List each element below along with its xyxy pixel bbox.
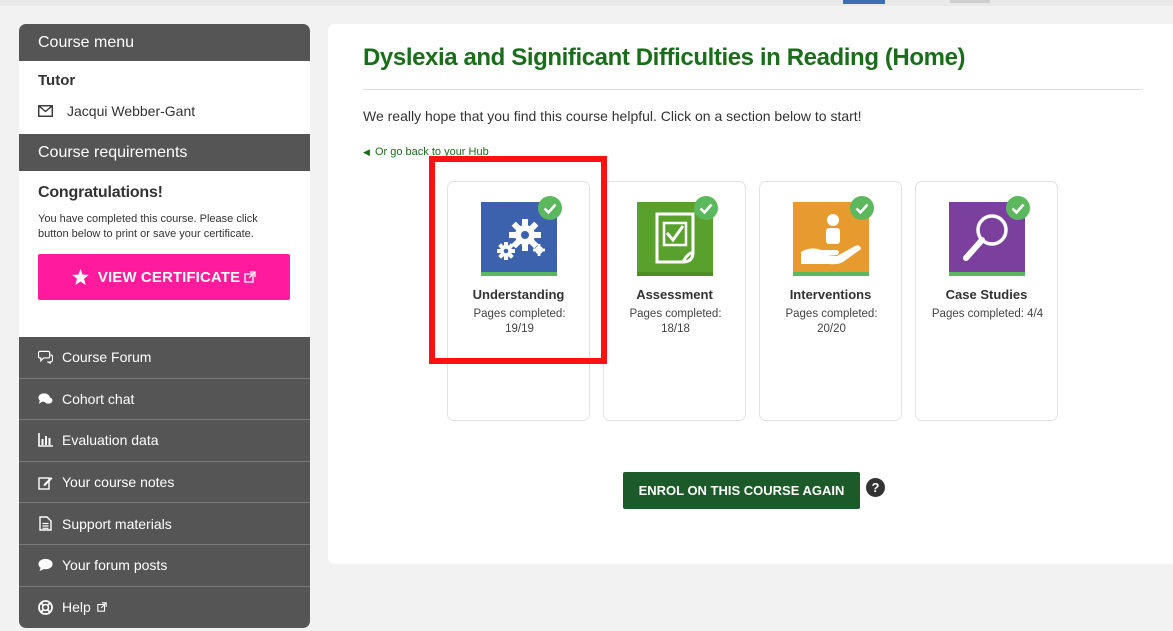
completed-check-icon [850,196,874,220]
sidebar-item-forum-posts[interactable]: Your forum posts [19,544,310,587]
back-to-hub-link[interactable]: ◀ Or go back to your Hub [363,146,489,158]
card-pages-completed: Pages completed: 19/19 [473,308,566,335]
envelope-icon [38,105,53,117]
tutor-contact[interactable]: Jacqui Webber-Gant [38,103,291,119]
sidebar-item-cohort-chat[interactable]: Cohort chat [19,378,310,421]
sidebar-item-label: Evaluation data [62,432,159,449]
page-title: Dyslexia and Significant Difficulties in… [363,44,966,71]
external-link-icon [244,271,256,283]
completed-check-icon [694,196,718,220]
card-title: Case Studies [945,287,1028,302]
completed-check-icon [538,196,562,220]
back-to-hub-label: Or go back to your Hub [374,146,489,158]
bar-chart-icon [38,433,53,448]
sidebar-item-course-forum[interactable]: Course Forum [19,337,310,379]
completed-check-icon [1006,196,1030,220]
card-title: Assessment [636,287,713,302]
top-tab-indicator [843,0,885,4]
sidebar-item-label: Cohort chat [62,390,135,407]
comment-icon [38,558,53,573]
card-pages-completed: Pages completed: 20/20 [785,308,878,335]
help-question-icon[interactable]: ? [866,478,885,497]
card-pages-completed: Pages completed: 4/4 [931,308,1044,320]
lifebuoy-icon [38,599,53,615]
course-sidebar: Course menu Tutor Jacqui Webber-Gant Cou… [19,24,310,628]
intro-text: We really hope that you find this course… [363,108,862,124]
chat-icon [38,391,53,406]
sidebar-item-label: Help [62,599,91,616]
sidebar-item-label: Your course notes [62,474,175,491]
sidebar-item-help[interactable]: Help [19,586,310,628]
top-tab-indicator-2 [950,0,990,3]
view-certificate-label: VIEW CERTIFICATE [97,268,241,286]
course-menu-header: Course menu [19,24,310,61]
card-pages-completed: Pages completed: 18/18 [629,308,722,335]
section-card-interventions[interactable]: Interventions Pages completed: 20/20 [759,181,902,421]
congrats-heading: Congratulations! [38,184,163,201]
section-card-assessment[interactable]: Assessment Pages completed: 18/18 [603,181,746,421]
external-link-icon [97,602,107,613]
sidebar-item-label: Support materials [62,515,172,532]
left-arrow-icon: ◀ [363,147,370,157]
sidebar-item-course-notes[interactable]: Your course notes [19,461,310,504]
section-card-case-studies[interactable]: Case Studies Pages completed: 4/4 [915,181,1058,421]
title-divider [363,89,1143,90]
top-strip [0,0,1173,6]
enrol-again-button[interactable]: ENROL ON THIS COURSE AGAIN [623,472,860,509]
course-requirements-header: Course requirements [19,134,310,171]
view-certificate-button[interactable]: VIEW CERTIFICATE [38,254,290,300]
forum-icon [38,350,53,365]
card-title: Interventions [789,287,872,302]
sidebar-nav: Course Forum Cohort chat Evaluation data… [19,337,310,628]
document-icon [38,516,53,531]
congrats-text: You have completed this course. Please c… [38,213,258,240]
sidebar-item-label: Course Forum [62,349,152,366]
tutor-heading: Tutor [38,72,76,89]
edit-icon [38,475,53,490]
card-title: Understanding [472,287,565,302]
section-card-understanding[interactable]: Understanding Pages completed: 19/19 [447,181,590,421]
sidebar-item-support-materials[interactable]: Support materials [19,503,310,545]
star-icon [72,269,89,285]
sidebar-item-label: Your forum posts [62,557,168,574]
tutor-name[interactable]: Jacqui Webber-Gant [67,103,195,119]
sidebar-item-evaluation-data[interactable]: Evaluation data [19,420,310,462]
course-home-panel: Dyslexia and Significant Difficulties in… [328,24,1173,564]
